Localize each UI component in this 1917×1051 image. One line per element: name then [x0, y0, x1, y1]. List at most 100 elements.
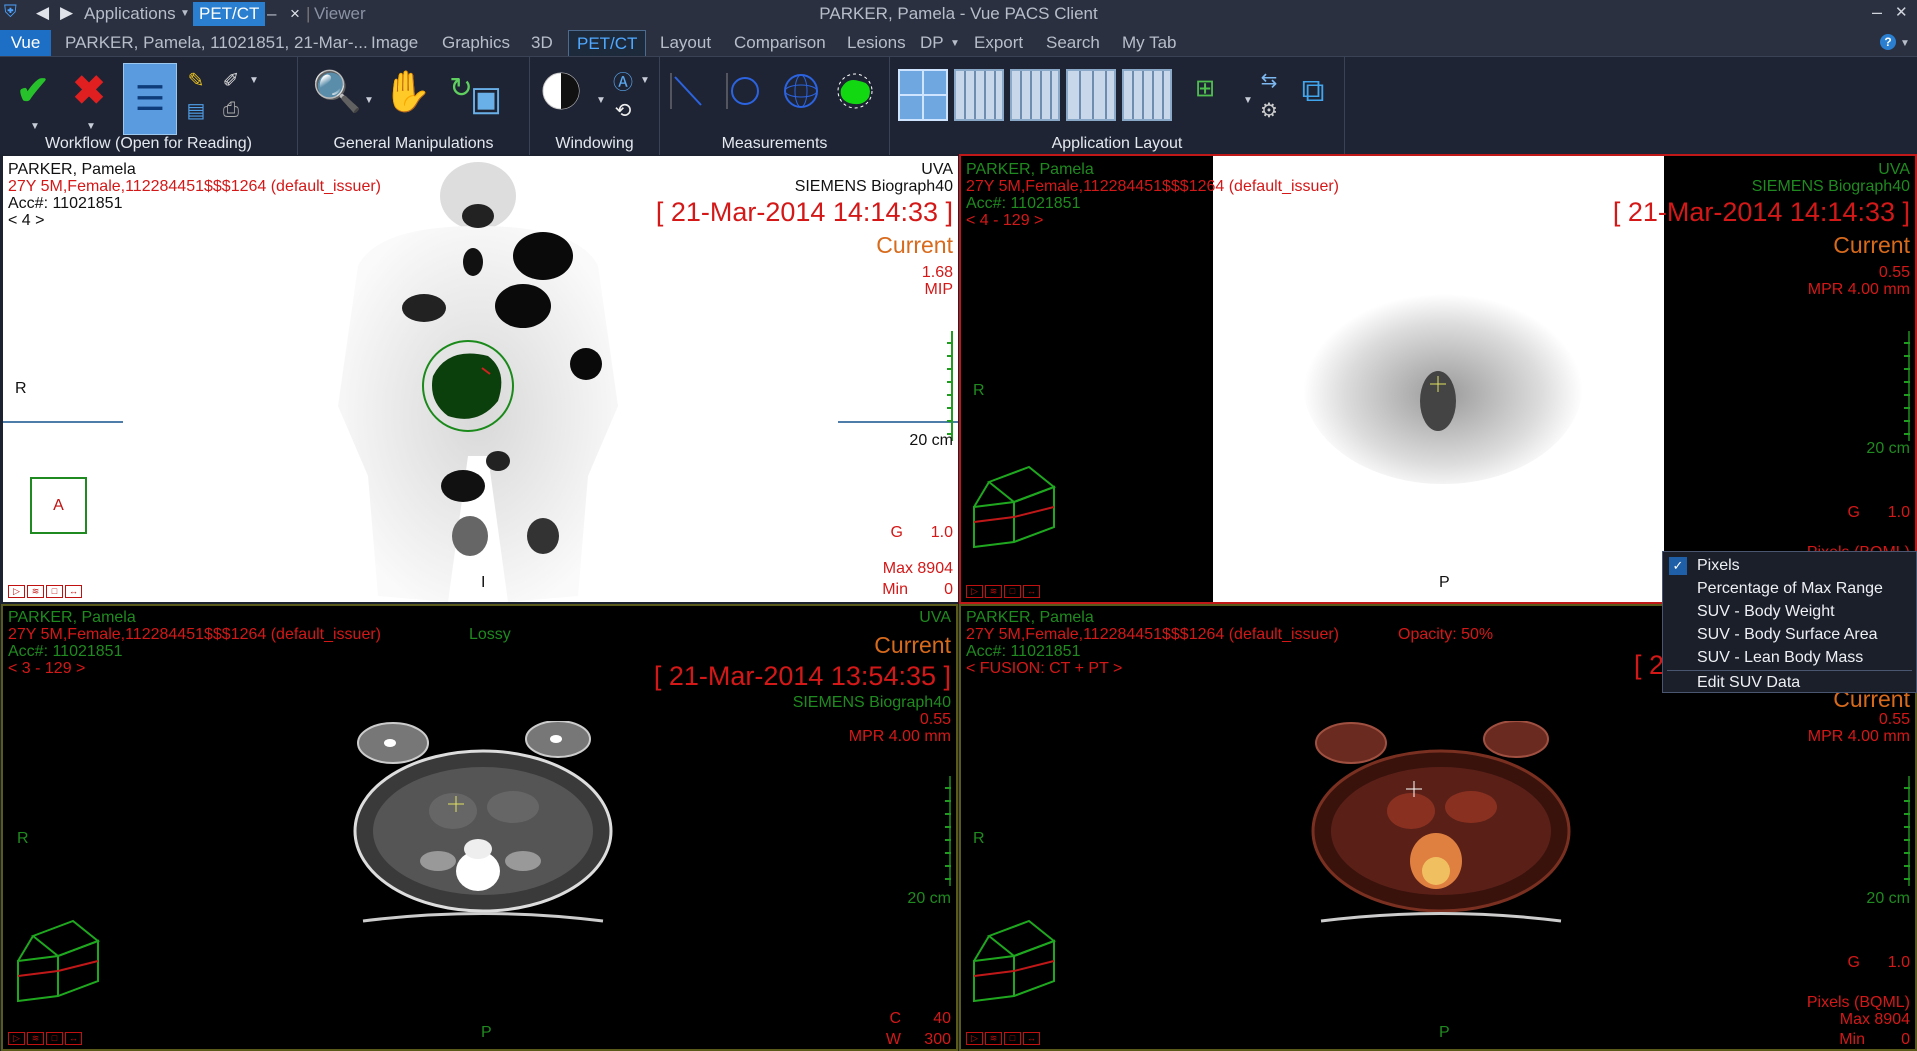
institution: UVA — [919, 609, 951, 626]
menu-item-edit-suv-data[interactable]: Edit SUV Data — [1663, 671, 1916, 695]
menu-item-suv-body-surface-area[interactable]: SUV - Body Surface Area — [1663, 623, 1916, 647]
notes-icon[interactable]: ✎ — [183, 67, 209, 93]
accession-number: Acc#: 11021851 — [966, 643, 1081, 660]
cine-controls[interactable]: ▷ ≋ □ ↔ — [966, 1032, 1040, 1045]
series-number[interactable]: < 3 - 129 > — [8, 660, 85, 678]
minimize-button[interactable]: – — [1872, 2, 1882, 23]
series-number[interactable]: < 4 - 129 > — [966, 212, 1043, 230]
tab-vue[interactable]: Vue — [0, 30, 51, 56]
zoom-factor: 0.55 — [1878, 711, 1910, 728]
cine-controls[interactable]: ▷ ≋ □ ↔ — [8, 1032, 82, 1045]
tab-3d[interactable]: 3D — [531, 33, 553, 53]
add-layout-icon[interactable]: ⊞ — [1192, 75, 1218, 102]
tab-graphics[interactable]: Graphics — [442, 33, 510, 53]
network-icon[interactable]: ⧉ — [1290, 65, 1336, 117]
play-icon[interactable]: ▷ — [8, 1032, 25, 1045]
play-icon[interactable]: ▷ — [8, 585, 25, 598]
add-layout-dropdown-icon[interactable]: ▼ — [1243, 95, 1253, 106]
current-label: Current — [876, 232, 953, 258]
layout-2x2-icon[interactable] — [898, 69, 948, 121]
frame-icon[interactable]: □ — [1004, 585, 1021, 598]
worklist-icon[interactable]: ☰ — [123, 63, 177, 135]
cine-controls[interactable]: ▷ ≋ □ ↔ — [966, 585, 1040, 598]
layout-mixed-icon[interactable] — [1010, 69, 1060, 121]
orientation-cube-icon[interactable] — [969, 916, 1059, 1006]
loop-icon[interactable]: ↔ — [1023, 1032, 1040, 1045]
tab-dp[interactable]: DP — [920, 33, 944, 53]
window-level-dropdown-icon[interactable]: ▼ — [596, 95, 606, 106]
reset-window-icon[interactable]: ⟲ — [610, 97, 636, 123]
menu-item-suv-body-weight[interactable]: SUV - Body Weight — [1663, 600, 1916, 624]
play-icon[interactable]: ▷ — [966, 1032, 983, 1045]
loop-icon[interactable]: ↔ — [1023, 585, 1040, 598]
frame-icon[interactable]: □ — [46, 1032, 63, 1045]
cine-controls[interactable]: ▷ ≋ □ ↔ — [8, 585, 82, 598]
loop-icon[interactable]: ↔ — [65, 585, 82, 598]
edit-report-icon[interactable]: ✐ — [218, 67, 244, 93]
tab-comparison[interactable]: Comparison — [734, 33, 826, 53]
opacity-label[interactable]: Opacity: 50% — [1398, 626, 1493, 644]
help-dropdown-icon[interactable]: ▼ — [1900, 38, 1910, 49]
tab-search[interactable]: Search — [1046, 33, 1100, 53]
tab-pet-ct[interactable]: PET/CT — [568, 30, 647, 56]
line-measure-icon[interactable] — [664, 65, 710, 117]
print-icon[interactable]: ⎙ — [218, 97, 244, 123]
orientation-cube[interactable]: A — [30, 477, 87, 534]
document-icon[interactable]: ▤ — [183, 97, 209, 123]
tab-image[interactable]: Image — [371, 33, 418, 53]
frame-icon[interactable]: □ — [46, 585, 63, 598]
lesion-segment-icon[interactable] — [832, 65, 878, 117]
close-button[interactable]: ✕ — [1895, 3, 1908, 21]
menu-item-suv-lean-body-mass[interactable]: SUV - Lean Body Mass — [1663, 646, 1916, 670]
menu-item-percentage-max-range[interactable]: Percentage of Max Range — [1663, 577, 1916, 601]
loop-icon[interactable]: ↔ — [65, 1032, 82, 1045]
pixel-units[interactable]: Pixels (BQML) — [1807, 994, 1910, 1012]
menu-item-pixels[interactable]: ✓ Pixels — [1663, 554, 1916, 578]
orientation-left: R — [15, 380, 27, 397]
orientation-cube-icon[interactable] — [13, 916, 103, 1006]
tab-my-tab[interactable]: My Tab — [1122, 33, 1177, 53]
tab-patient[interactable]: PARKER, Pamela, 11021851, 21-Mar-... — [65, 33, 368, 53]
auto-window-icon[interactable]: Ⓐ — [610, 67, 636, 94]
current-label: Current — [874, 632, 951, 658]
series-number[interactable]: < 4 > — [8, 212, 44, 230]
zoom-dropdown-icon[interactable]: ▼ — [364, 95, 374, 106]
orientation-cube-icon[interactable] — [969, 462, 1059, 552]
series-number[interactable]: < FUSION: CT + PT > — [966, 660, 1122, 678]
viewport-top-right[interactable]: PARKER, Pamela 27Y 5M,Female,112284451$$… — [959, 154, 1917, 604]
check-icon[interactable]: ✔ — [10, 65, 56, 117]
layout-2x4-icon[interactable] — [1122, 69, 1172, 121]
flip-icon[interactable]: ▣ — [463, 73, 509, 125]
viewport-top-left[interactable]: PARKER, Pamela 27Y 5M,Female,112284451$$… — [3, 156, 958, 602]
ellipse-measure-icon[interactable] — [720, 65, 766, 117]
stack-icon[interactable]: ≋ — [985, 585, 1002, 598]
play-icon[interactable]: ▷ — [966, 585, 983, 598]
application-layout-label: Application Layout — [1051, 135, 1183, 152]
sync-series-icon[interactable]: ⇆ — [1256, 67, 1282, 93]
lossy-label: Lossy — [469, 626, 511, 643]
layout-1x4-icon[interactable] — [954, 69, 1004, 121]
layout-3x3-icon[interactable] — [1066, 69, 1116, 121]
auto-window-dropdown-icon[interactable]: ▼ — [640, 75, 650, 86]
stack-icon[interactable]: ≋ — [27, 585, 44, 598]
help-icon[interactable]: ? — [1880, 34, 1896, 50]
institution: UVA — [1878, 161, 1910, 178]
pan-hand-icon[interactable]: ✋ — [382, 65, 432, 117]
stack-icon[interactable]: ≋ — [27, 1032, 44, 1045]
settings-icon[interactable]: ⚙ — [1256, 97, 1282, 123]
check-dropdown-icon[interactable]: ▼ — [30, 121, 40, 132]
tab-export[interactable]: Export — [974, 33, 1023, 53]
window-level-icon[interactable] — [538, 65, 584, 117]
zoom-icon[interactable]: 🔍 — [312, 65, 362, 117]
viewport-bottom-left[interactable]: PARKER, Pamela 27Y 5M,Female,112284451$$… — [1, 604, 958, 1051]
stack-icon[interactable]: ≋ — [985, 1032, 1002, 1045]
dp-dropdown-icon[interactable]: ▼ — [950, 38, 960, 49]
close-study-icon[interactable]: ✖ — [66, 65, 112, 117]
tab-layout[interactable]: Layout — [660, 33, 711, 53]
frame-icon[interactable]: □ — [1004, 1032, 1021, 1045]
sphere-measure-icon[interactable] — [778, 65, 824, 117]
accession-number: Acc#: 11021851 — [8, 643, 123, 660]
tab-lesions[interactable]: Lesions — [847, 33, 906, 53]
close-study-dropdown-icon[interactable]: ▼ — [86, 121, 96, 132]
edit-report-dropdown-icon[interactable]: ▼ — [249, 75, 259, 86]
